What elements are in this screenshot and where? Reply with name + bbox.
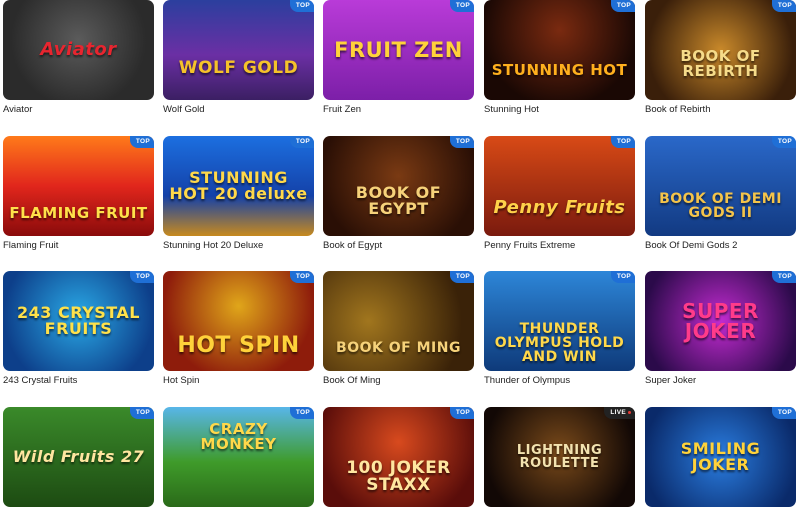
game-card-stunning-hot-20-deluxe[interactable]: STUNNING HOT 20 deluxe TOP Stunning Hot … <box>163 136 314 251</box>
game-card-super-joker[interactable]: SUPER JOKER TOP Super Joker <box>645 271 796 386</box>
game-art-title: CRAZY MONKEY <box>200 420 277 453</box>
game-art-title: STUNNING HOT 20 deluxe <box>169 168 308 203</box>
game-art-title: FLAMING FRUIT <box>9 203 148 222</box>
game-art-title: BOOK OF DEMI GODS II <box>659 191 782 221</box>
top-badge: TOP <box>289 271 314 283</box>
game-thumbnail[interactable]: SMILING JOKER TOP <box>645 407 796 507</box>
game-thumbnail[interactable]: 100 JOKER STAXX TOP <box>323 407 474 507</box>
game-thumbnail[interactable]: BOOK OF DEMI GODS II TOP <box>645 136 796 236</box>
game-card-thunder-of-olympus[interactable]: THUNDER OLYMPUS HOLD AND WIN TOP Thunder… <box>484 271 635 386</box>
game-card-book-of-rebirth[interactable]: BOOK OF REBIRTH TOP Book of Rebirth <box>645 0 796 115</box>
game-card-aviator[interactable]: Aviator Aviator <box>3 0 154 115</box>
game-art-title: THUNDER OLYMPUS HOLD AND WIN <box>494 321 625 365</box>
game-title[interactable]: Wolf Gold <box>163 104 314 115</box>
game-thumbnail[interactable]: STUNNING HOT TOP <box>484 0 635 100</box>
game-card-book-of-ming[interactable]: BOOK OF MING TOP Book Of Ming <box>323 271 474 386</box>
game-title[interactable]: Book of Rebirth <box>645 104 796 115</box>
game-grid: Aviator Aviator WOLF GOLD TOP Wolf Gold … <box>0 0 800 512</box>
game-art-title: Penny Fruits <box>493 197 626 218</box>
game-art-title: Wild Fruits 27 <box>12 447 145 466</box>
game-thumbnail[interactable]: FLAMING FRUIT TOP <box>3 136 154 236</box>
game-card-hot-spin[interactable]: HOT SPIN TOP Hot Spin <box>163 271 314 386</box>
game-card-flaming-fruit[interactable]: FLAMING FRUIT TOP Flaming Fruit <box>3 136 154 251</box>
game-title[interactable]: Stunning Hot <box>484 104 635 115</box>
game-thumbnail[interactable]: WOLF GOLD TOP <box>163 0 314 100</box>
game-art-title: Aviator <box>40 39 117 60</box>
game-thumbnail[interactable]: Aviator <box>3 0 154 100</box>
top-badge: TOP <box>449 407 474 419</box>
game-thumbnail[interactable]: HOT SPIN TOP <box>163 271 314 371</box>
game-art-title: 243 CRYSTAL FRUITS <box>16 303 140 338</box>
top-badge: TOP <box>129 136 154 148</box>
game-title[interactable]: Penny Fruits Extreme <box>484 240 635 251</box>
game-card-243-crystal-fruits[interactable]: 243 CRYSTAL FRUITS TOP 243 Crystal Fruit… <box>3 271 154 386</box>
game-art-title: BOOK OF REBIRTH <box>680 47 761 80</box>
game-thumbnail[interactable]: BOOK OF REBIRTH TOP <box>645 0 796 100</box>
game-card-smiling-joker[interactable]: SMILING JOKER TOP <box>645 407 796 507</box>
game-card-stunning-hot[interactable]: STUNNING HOT TOP Stunning Hot <box>484 0 635 115</box>
game-title[interactable]: Book Of Ming <box>323 375 474 386</box>
game-title[interactable]: Stunning Hot 20 Deluxe <box>163 240 314 251</box>
top-badge: TOP <box>610 136 635 148</box>
top-badge: TOP <box>129 407 154 419</box>
top-badge: TOP <box>289 136 314 148</box>
game-thumbnail[interactable]: Penny Fruits TOP <box>484 136 635 236</box>
game-title[interactable]: Book Of Demi Gods 2 <box>645 240 796 251</box>
top-badge: TOP <box>289 0 314 12</box>
game-title[interactable]: Super Joker <box>645 375 796 386</box>
game-card-fruit-zen[interactable]: FRUIT ZEN TOP Fruit Zen <box>323 0 474 115</box>
top-badge: TOP <box>771 407 796 419</box>
top-badge: TOP <box>771 136 796 148</box>
game-card-lightning-roulette[interactable]: LIGHTNING ROULETTE LIVE <box>484 407 635 507</box>
game-art-title: 100 JOKER STAXX <box>346 458 451 495</box>
game-art-title: FRUIT ZEN <box>334 37 463 62</box>
game-card-book-of-demi-gods-2[interactable]: BOOK OF DEMI GODS II TOP Book Of Demi Go… <box>645 136 796 251</box>
top-badge: TOP <box>289 407 314 419</box>
game-thumbnail[interactable]: THUNDER OLYMPUS HOLD AND WIN TOP <box>484 271 635 371</box>
game-title[interactable]: 243 Crystal Fruits <box>3 375 154 386</box>
game-title[interactable]: Hot Spin <box>163 375 314 386</box>
game-title[interactable]: Thunder of Olympus <box>484 375 635 386</box>
game-art-title: STUNNING HOT <box>491 60 628 79</box>
game-thumbnail[interactable]: BOOK OF MING TOP <box>323 271 474 371</box>
game-thumbnail[interactable]: Wild Fruits 27 TOP <box>3 407 154 507</box>
game-thumbnail[interactable]: SUPER JOKER TOP <box>645 271 796 371</box>
top-badge: TOP <box>449 136 474 148</box>
game-art-title: LIGHTNING ROULETTE <box>516 443 603 471</box>
game-art-title: BOOK OF MING <box>336 340 461 356</box>
game-card-wild-fruits-27[interactable]: Wild Fruits 27 TOP <box>3 407 154 507</box>
game-card-100-joker-staxx[interactable]: 100 JOKER STAXX TOP <box>323 407 474 507</box>
game-title[interactable]: Flaming Fruit <box>3 240 154 251</box>
game-title[interactable]: Aviator <box>3 104 154 115</box>
game-thumbnail[interactable]: LIGHTNING ROULETTE LIVE <box>484 407 635 507</box>
top-badge: TOP <box>449 0 474 12</box>
game-card-penny-fruits-extreme[interactable]: Penny Fruits TOP Penny Fruits Extreme <box>484 136 635 251</box>
game-thumbnail[interactable]: CRAZY MONKEY TOP <box>163 407 314 507</box>
game-thumbnail[interactable]: STUNNING HOT 20 deluxe TOP <box>163 136 314 236</box>
game-art-title: BOOK OF EGYPT <box>355 183 442 218</box>
top-badge: TOP <box>449 271 474 283</box>
game-thumbnail[interactable]: BOOK OF EGYPT TOP <box>323 136 474 236</box>
game-card-wolf-gold[interactable]: WOLF GOLD TOP Wolf Gold <box>163 0 314 115</box>
game-art-title: SMILING JOKER <box>680 439 761 474</box>
top-badge: TOP <box>771 271 796 283</box>
game-art-title: HOT SPIN <box>177 333 300 358</box>
game-art-title: SUPER JOKER <box>682 299 759 343</box>
game-title[interactable]: Fruit Zen <box>323 104 474 115</box>
top-badge: TOP <box>610 0 635 12</box>
game-thumbnail[interactable]: FRUIT ZEN TOP <box>323 0 474 100</box>
game-card-book-of-egypt[interactable]: BOOK OF EGYPT TOP Book of Egypt <box>323 136 474 251</box>
top-badge: TOP <box>610 271 635 283</box>
game-art-title: WOLF GOLD <box>178 57 299 78</box>
top-badge: TOP <box>771 0 796 12</box>
game-title[interactable]: Book of Egypt <box>323 240 474 251</box>
live-badge: LIVE <box>604 407 635 419</box>
game-card-crazy-monkey[interactable]: CRAZY MONKEY TOP <box>163 407 314 507</box>
top-badge: TOP <box>129 271 154 283</box>
game-thumbnail[interactable]: 243 CRYSTAL FRUITS TOP <box>3 271 154 371</box>
